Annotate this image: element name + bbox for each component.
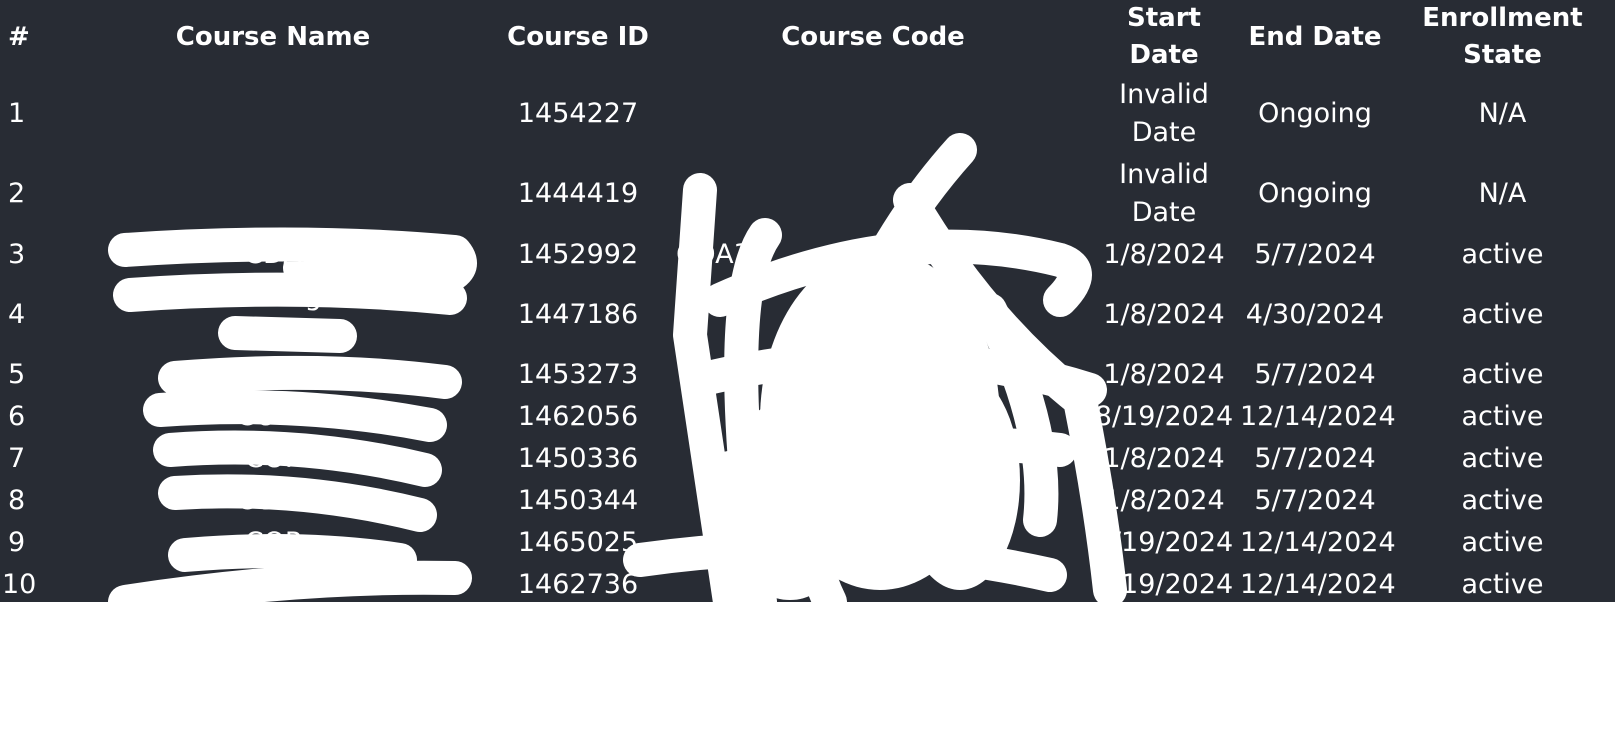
- cell-end-date: 5/7/2024: [1254, 359, 1376, 390]
- cell-course-id: 1447186: [517, 299, 639, 330]
- col-header-start-date[interactable]: Start Date: [1088, 0, 1240, 74]
- cell-course-id: 1450344: [517, 485, 639, 516]
- cell-start-date: 1/8/2024: [1103, 359, 1225, 390]
- cell-course-id: 1450336: [517, 443, 639, 474]
- cell-num: 3: [8, 239, 26, 270]
- cell-end-date: 5/7/2024: [1254, 485, 1376, 516]
- col-header-enrollment-state[interactable]: Enrollment State: [1390, 0, 1615, 74]
- cell-start-date: 1/8/2024: [1103, 443, 1225, 474]
- cell-end-date: 12/14/2024: [1240, 569, 1396, 600]
- cell-course-id: 1453273: [517, 359, 639, 390]
- cell-course-code: [658, 154, 1088, 234]
- cell-course-code: [658, 396, 1088, 438]
- table-row[interactable]: 6 COP3 1462056 8/19/2024 12/14/2024 acti…: [0, 396, 1615, 438]
- cell-end-date: 5/7/2024: [1254, 443, 1376, 474]
- cell-course-code: [658, 522, 1088, 564]
- cell-num: 5: [8, 359, 26, 390]
- cell-end-date: 4/30/2024: [1245, 299, 1385, 330]
- col-header-course-name[interactable]: Course Name: [48, 0, 498, 74]
- cell-num: 1: [8, 98, 26, 129]
- cell-course-id: 1462056: [517, 401, 639, 432]
- table-row[interactable]: 4 CECS g 1447186 1/8/2024 4/30/2024 acti…: [0, 276, 1615, 354]
- cell-course-code: [658, 74, 1088, 154]
- cell-enrollment-state: active: [1461, 299, 1544, 330]
- cell-enrollment-state: active: [1461, 527, 1544, 558]
- table-row[interactable]: 8 COP3 1450344 1/8/2024 5/7/2024 active: [0, 480, 1615, 522]
- courses-panel: # Course Name Course ID Course Code Star…: [0, 0, 1615, 602]
- cell-course-code: [658, 354, 1088, 396]
- cell-start-date: 8/19/2024: [1094, 401, 1234, 432]
- col-header-end-date[interactable]: End Date: [1240, 0, 1390, 74]
- cell-course-id: 1465025: [517, 527, 639, 558]
- cell-enrollment-state: N/A: [1478, 178, 1527, 209]
- courses-table: # Course Name Course ID Course Code Star…: [0, 0, 1615, 602]
- cell-course-name: [48, 74, 498, 154]
- cell-course-name: COP: [244, 527, 302, 558]
- cell-course-id: 1454227: [517, 98, 639, 129]
- cell-course-id: 1444419: [517, 178, 639, 209]
- cell-course-name: COP3: [236, 485, 310, 516]
- cell-course-id: 1452992: [517, 239, 639, 270]
- table-row[interactable]: 2 1444419 Invalid Date Ongoing N/A: [0, 154, 1615, 234]
- cell-course-code: [658, 276, 1088, 354]
- cell-course-code: CDA3: [676, 239, 751, 270]
- cell-end-date: 12/14/2024: [1240, 527, 1396, 558]
- table-row[interactable]: 5 CIS 1453273 1/8/2024 5/7/2024 active: [0, 354, 1615, 396]
- table-row[interactable]: 7 COP 1450336 1/8/2024 5/7/2024 active: [0, 438, 1615, 480]
- cell-start-date: 1/8/2024: [1103, 299, 1225, 330]
- cell-num: 6: [8, 401, 26, 432]
- cell-course-code: [658, 480, 1088, 522]
- table-row[interactable]: 9 COP 1465025 8/19/2024 12/14/2024 activ…: [0, 522, 1615, 564]
- cell-enrollment-state: active: [1461, 485, 1544, 516]
- cell-course-name: CECS g: [224, 281, 322, 312]
- table-row[interactable]: 3 CDA 1452992 CDA3 1/8/2024 5/7/2024 act…: [0, 234, 1615, 276]
- cell-course-name: CDA: [244, 239, 302, 270]
- cell-course-id: 1462736: [517, 569, 639, 600]
- cell-end-date: Ongoing: [1258, 98, 1372, 129]
- cell-num: 10: [2, 569, 37, 600]
- col-header-course-code[interactable]: Course Code: [658, 0, 1088, 74]
- table-row[interactable]: 10 COT 1462736 8/19/2024 12/14/2024 acti…: [0, 564, 1615, 602]
- cell-enrollment-state: N/A: [1478, 98, 1527, 129]
- cell-num: 9: [8, 527, 26, 558]
- cell-end-date: Ongoing: [1258, 178, 1372, 209]
- cell-start-date: 8/19/2024: [1094, 569, 1234, 600]
- cell-start-date: 8/19/2024: [1094, 527, 1234, 558]
- cell-enrollment-state: active: [1461, 359, 1544, 390]
- cell-start-date: 1/8/2024: [1103, 485, 1225, 516]
- col-header-num[interactable]: #: [0, 0, 48, 74]
- cell-start-date: Invalid Date: [1119, 79, 1209, 148]
- table-row[interactable]: 1 1454227 Invalid Date Ongoing N/A: [0, 74, 1615, 154]
- cell-num: 2: [8, 178, 26, 209]
- cell-end-date: 12/14/2024: [1240, 401, 1396, 432]
- cell-course-name: CIS: [251, 359, 295, 390]
- cell-enrollment-state: active: [1461, 443, 1544, 474]
- cell-enrollment-state: active: [1461, 569, 1544, 600]
- header-row: # Course Name Course ID Course Code Star…: [0, 0, 1615, 74]
- cell-course-name: COT: [244, 569, 302, 600]
- cell-course-name: COP3: [236, 401, 310, 432]
- cell-course-code: [658, 438, 1088, 480]
- cell-course-name: [48, 154, 498, 234]
- cell-enrollment-state: active: [1461, 401, 1544, 432]
- cell-course-code: [658, 564, 1088, 602]
- cell-start-date: Invalid Date: [1119, 159, 1209, 228]
- cell-num: 4: [8, 299, 26, 330]
- cell-start-date: 1/8/2024: [1103, 239, 1225, 270]
- cell-course-name: COP: [244, 443, 302, 474]
- cell-enrollment-state: active: [1461, 239, 1544, 270]
- cell-num: 7: [8, 443, 26, 474]
- cell-end-date: 5/7/2024: [1254, 239, 1376, 270]
- col-header-course-id[interactable]: Course ID: [498, 0, 658, 74]
- cell-num: 8: [8, 485, 26, 516]
